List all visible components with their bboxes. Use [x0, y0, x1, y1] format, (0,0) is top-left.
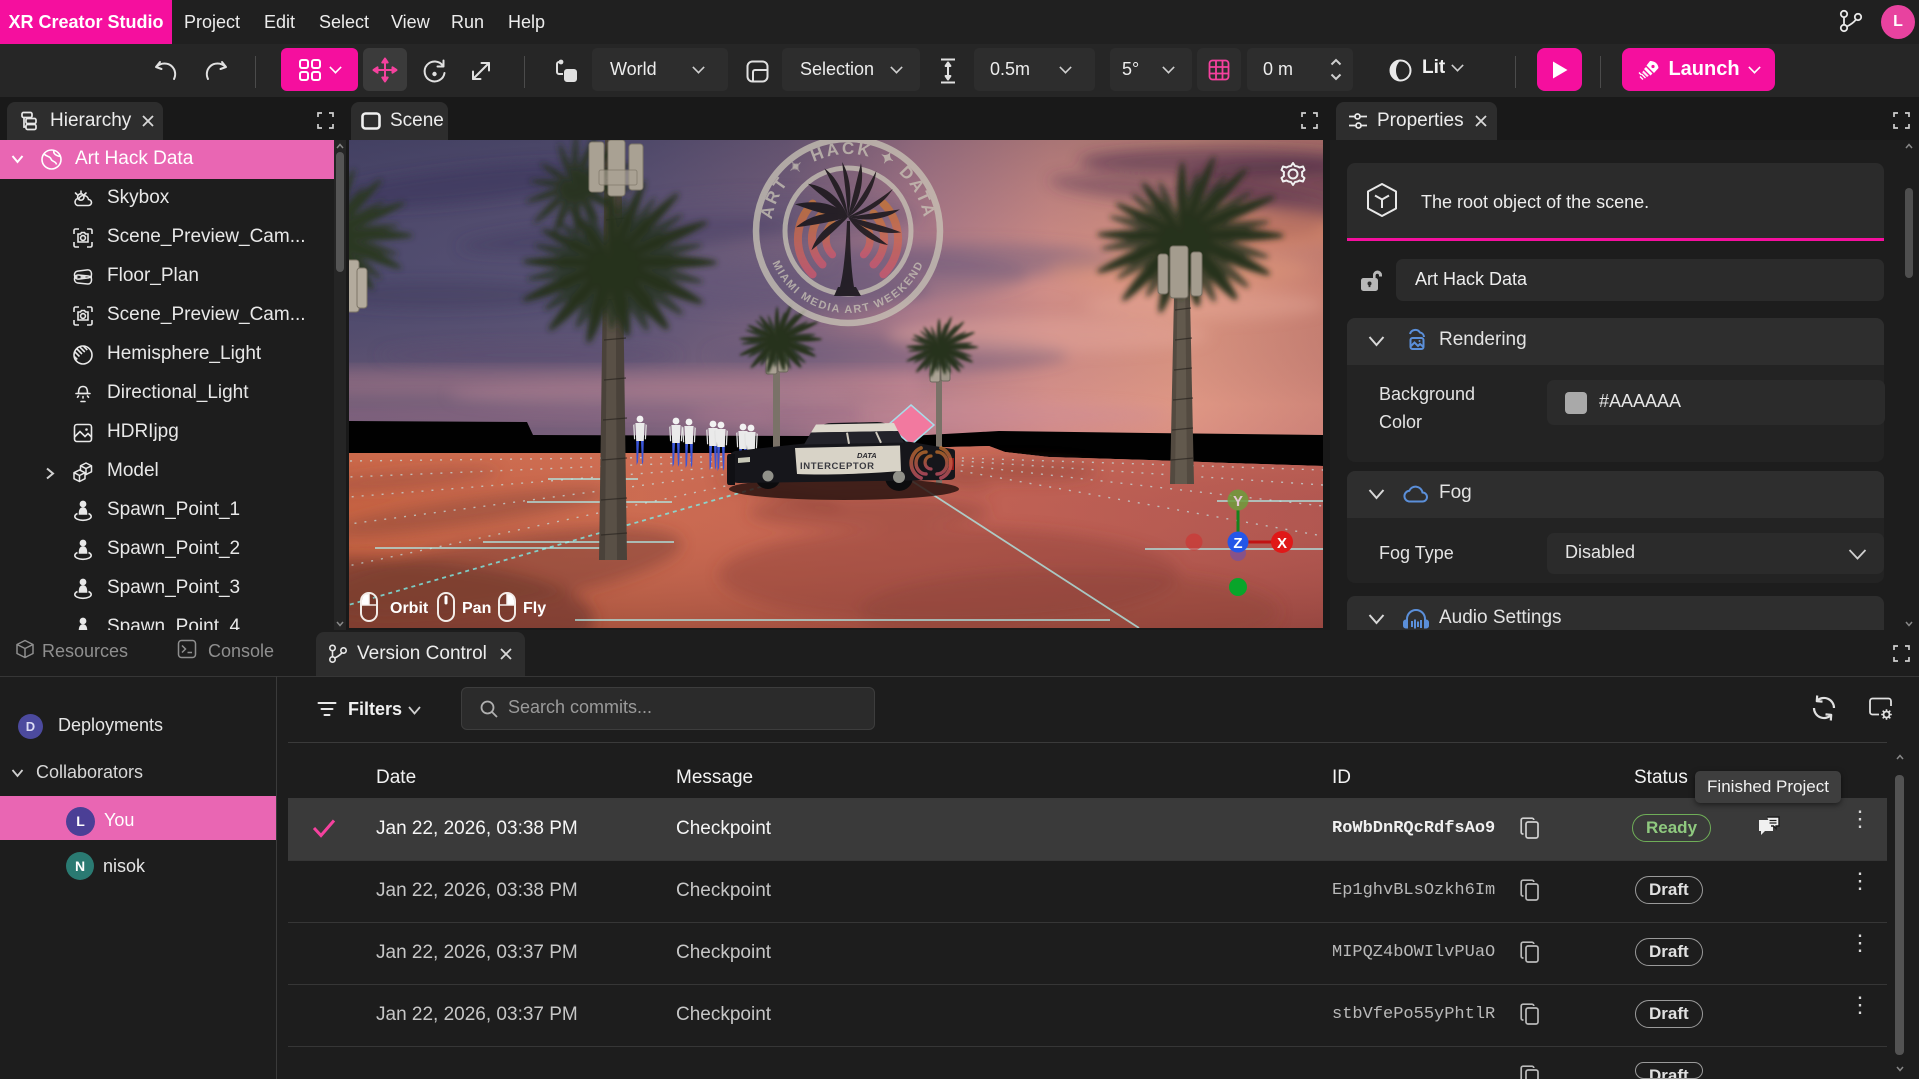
svg-text:Y: Y: [1233, 493, 1243, 510]
svg-text:Pan: Pan: [462, 600, 491, 617]
svg-text:X: X: [1277, 535, 1287, 552]
svg-text:Z: Z: [1233, 535, 1242, 552]
svg-text:Fly: Fly: [523, 600, 546, 617]
svg-text:DATA: DATA: [857, 451, 877, 460]
svg-text:INTERCEPTOR: INTERCEPTOR: [800, 461, 874, 472]
svg-text:Orbit: Orbit: [390, 600, 429, 617]
